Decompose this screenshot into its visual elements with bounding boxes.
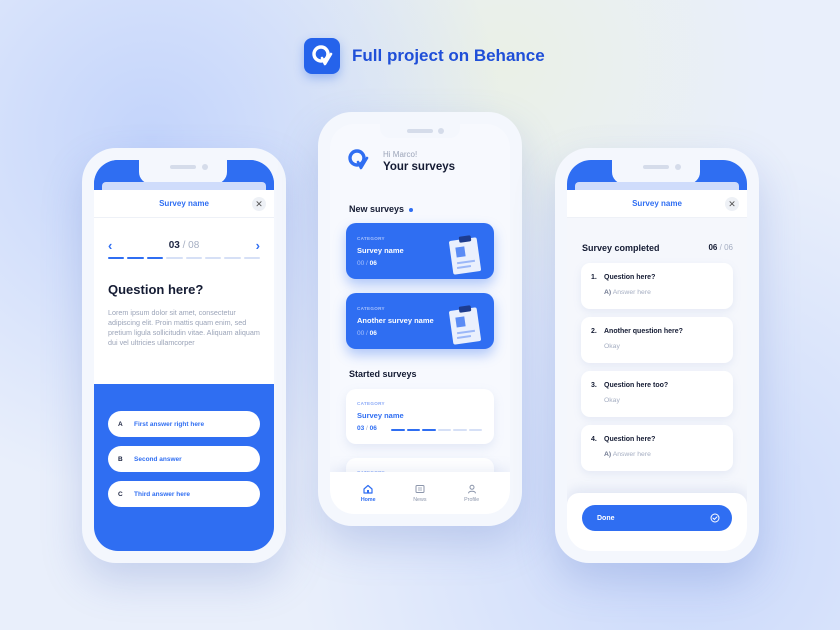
phone-notch: [612, 160, 700, 184]
check-circle-icon: [710, 513, 720, 523]
question-pager: ‹ 03 / 08 ›: [108, 238, 260, 253]
greeting: Hi Marco!: [383, 150, 418, 159]
question-title: Question here?: [108, 282, 204, 297]
progress-step: [468, 429, 482, 431]
q-logo-icon: [312, 45, 333, 66]
progress-step: [127, 257, 144, 259]
sheet-header: Survey name ✕: [94, 190, 274, 218]
progress-step: [453, 429, 467, 431]
answer-summary-card[interactable]: 4. Question here? A) Answer here: [581, 425, 733, 471]
progress-step: [406, 429, 420, 431]
progress-steps: [108, 257, 260, 259]
progress-step: [422, 429, 436, 431]
phone-completed-screen: Survey name ✕ Survey completed 06 / 06 1…: [555, 148, 759, 563]
bottom-tab-bar: Home News Profile: [330, 472, 510, 514]
new-indicator-dot: [409, 207, 414, 212]
done-button[interactable]: Done: [582, 505, 732, 531]
completed-label: Survey completed: [582, 243, 660, 253]
answer-option[interactable]: B Second answer: [108, 446, 260, 472]
phone-notch: [380, 124, 460, 138]
phone-home-screen: Hi Marco! Your surveys New surveys CATEG…: [318, 112, 522, 526]
section-new-surveys: New surveys: [349, 204, 414, 214]
clipboard-icon: [449, 235, 481, 275]
chevron-left-icon[interactable]: ‹: [108, 238, 112, 253]
answer-summary-card[interactable]: 1. Question here? A) Answer here: [581, 263, 733, 309]
answer-summary-card[interactable]: 3. Question here too? Okay: [581, 371, 733, 417]
phone-question-screen: Survey name ✕ ‹ 03 / 08 › Question here?…: [82, 148, 286, 563]
close-icon: ✕: [728, 198, 736, 209]
survey-progress: [391, 429, 482, 431]
progress-step: [166, 257, 183, 259]
progress-step: [146, 257, 164, 259]
started-survey-card[interactable]: CATEGORY Survey name 03 / 06: [346, 389, 494, 444]
sheet-title: Survey name: [159, 199, 209, 208]
tab-home[interactable]: Home: [361, 484, 376, 503]
answer-summary-card[interactable]: 2. Another question here? Okay: [581, 317, 733, 363]
survey-card[interactable]: CATEGORY Survey name 00 / 06: [346, 223, 494, 279]
close-icon: ✕: [255, 198, 263, 209]
question-body: Lorem ipsum dolor sit amet, consectetur …: [108, 308, 260, 347]
profile-icon: [467, 484, 476, 493]
progress-step: [185, 257, 202, 259]
phone-notch: [139, 160, 227, 184]
progress-step: [243, 257, 260, 259]
completed-sheet: Survey name ✕ Survey completed 06 / 06 1…: [567, 190, 747, 551]
answer-option[interactable]: C Third answer here: [108, 481, 260, 507]
chevron-right-icon[interactable]: ›: [256, 238, 260, 253]
question-sheet: Survey name ✕ ‹ 03 / 08 › Question here?…: [94, 190, 274, 384]
done-footer: Done: [567, 493, 747, 551]
progress-step: [391, 429, 405, 431]
progress-step: [204, 257, 222, 259]
tab-profile[interactable]: Profile: [464, 484, 479, 503]
promo-header: Full project on Behance: [304, 38, 545, 74]
tab-news[interactable]: News: [413, 484, 426, 503]
page-counter: 03 / 08: [168, 240, 200, 251]
q-logo-icon: [348, 149, 369, 170]
section-started-surveys: Started surveys: [349, 369, 417, 379]
survey-card[interactable]: CATEGORY Another survey name 00 / 06: [346, 293, 494, 349]
sheet-title: Survey name: [632, 199, 682, 208]
promo-title[interactable]: Full project on Behance: [352, 46, 545, 66]
sheet-header: Survey name ✕: [567, 190, 747, 218]
newspaper-icon: [415, 484, 425, 493]
close-button[interactable]: ✕: [252, 197, 266, 211]
progress-step: [108, 257, 125, 259]
completed-count: 06 / 06: [708, 243, 733, 252]
answer-list: A First answer right here B Second answe…: [108, 411, 260, 516]
progress-step: [224, 257, 241, 259]
progress-step: [437, 429, 451, 431]
home-icon: [363, 484, 373, 494]
close-button[interactable]: ✕: [725, 197, 739, 211]
app-logo: [304, 38, 340, 74]
answer-option[interactable]: A First answer right here: [108, 411, 260, 437]
page-title: Your surveys: [383, 161, 456, 173]
clipboard-icon: [449, 305, 481, 345]
